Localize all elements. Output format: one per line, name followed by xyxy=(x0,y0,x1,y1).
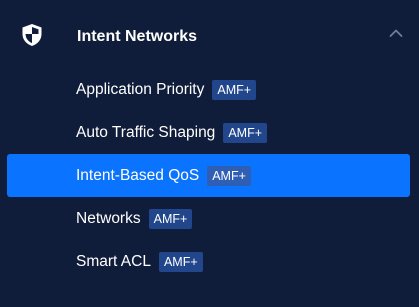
menu-item-smart-acl[interactable]: Smart ACL AMF+ xyxy=(0,240,419,283)
amf-plus-badge: AMF+ xyxy=(212,79,257,100)
menu-item-label: Auto Traffic Shaping xyxy=(76,123,216,141)
amf-plus-badge: AMF+ xyxy=(223,122,267,143)
menu-item-label: Application Priority xyxy=(76,80,205,98)
submenu-list: Application Priority AMF+ Auto Traffic S… xyxy=(0,68,419,283)
menu-item-networks[interactable]: Networks AMF+ xyxy=(0,197,419,240)
menu-item-label: Smart ACL xyxy=(76,252,151,270)
amf-plus-badge: AMF+ xyxy=(148,208,193,229)
intent-networks-section-header[interactable]: Intent Networks xyxy=(0,0,419,68)
menu-item-auto-traffic-shaping[interactable]: Auto Traffic Shaping AMF+ xyxy=(0,111,419,154)
menu-item-label: Networks xyxy=(76,209,141,227)
amf-plus-badge: AMF+ xyxy=(207,165,251,186)
menu-item-label: Intent-Based QoS xyxy=(76,166,200,184)
section-title: Intent Networks xyxy=(77,28,198,45)
menu-item-intent-based-qos[interactable]: Intent-Based QoS AMF+ xyxy=(7,154,410,197)
chevron-up-icon[interactable] xyxy=(389,28,403,38)
sidebar-panel: Intent Networks Application Priority AMF… xyxy=(0,0,419,307)
amf-plus-badge: AMF+ xyxy=(158,251,203,272)
shield-icon xyxy=(22,24,42,46)
menu-item-application-priority[interactable]: Application Priority AMF+ xyxy=(0,68,419,111)
